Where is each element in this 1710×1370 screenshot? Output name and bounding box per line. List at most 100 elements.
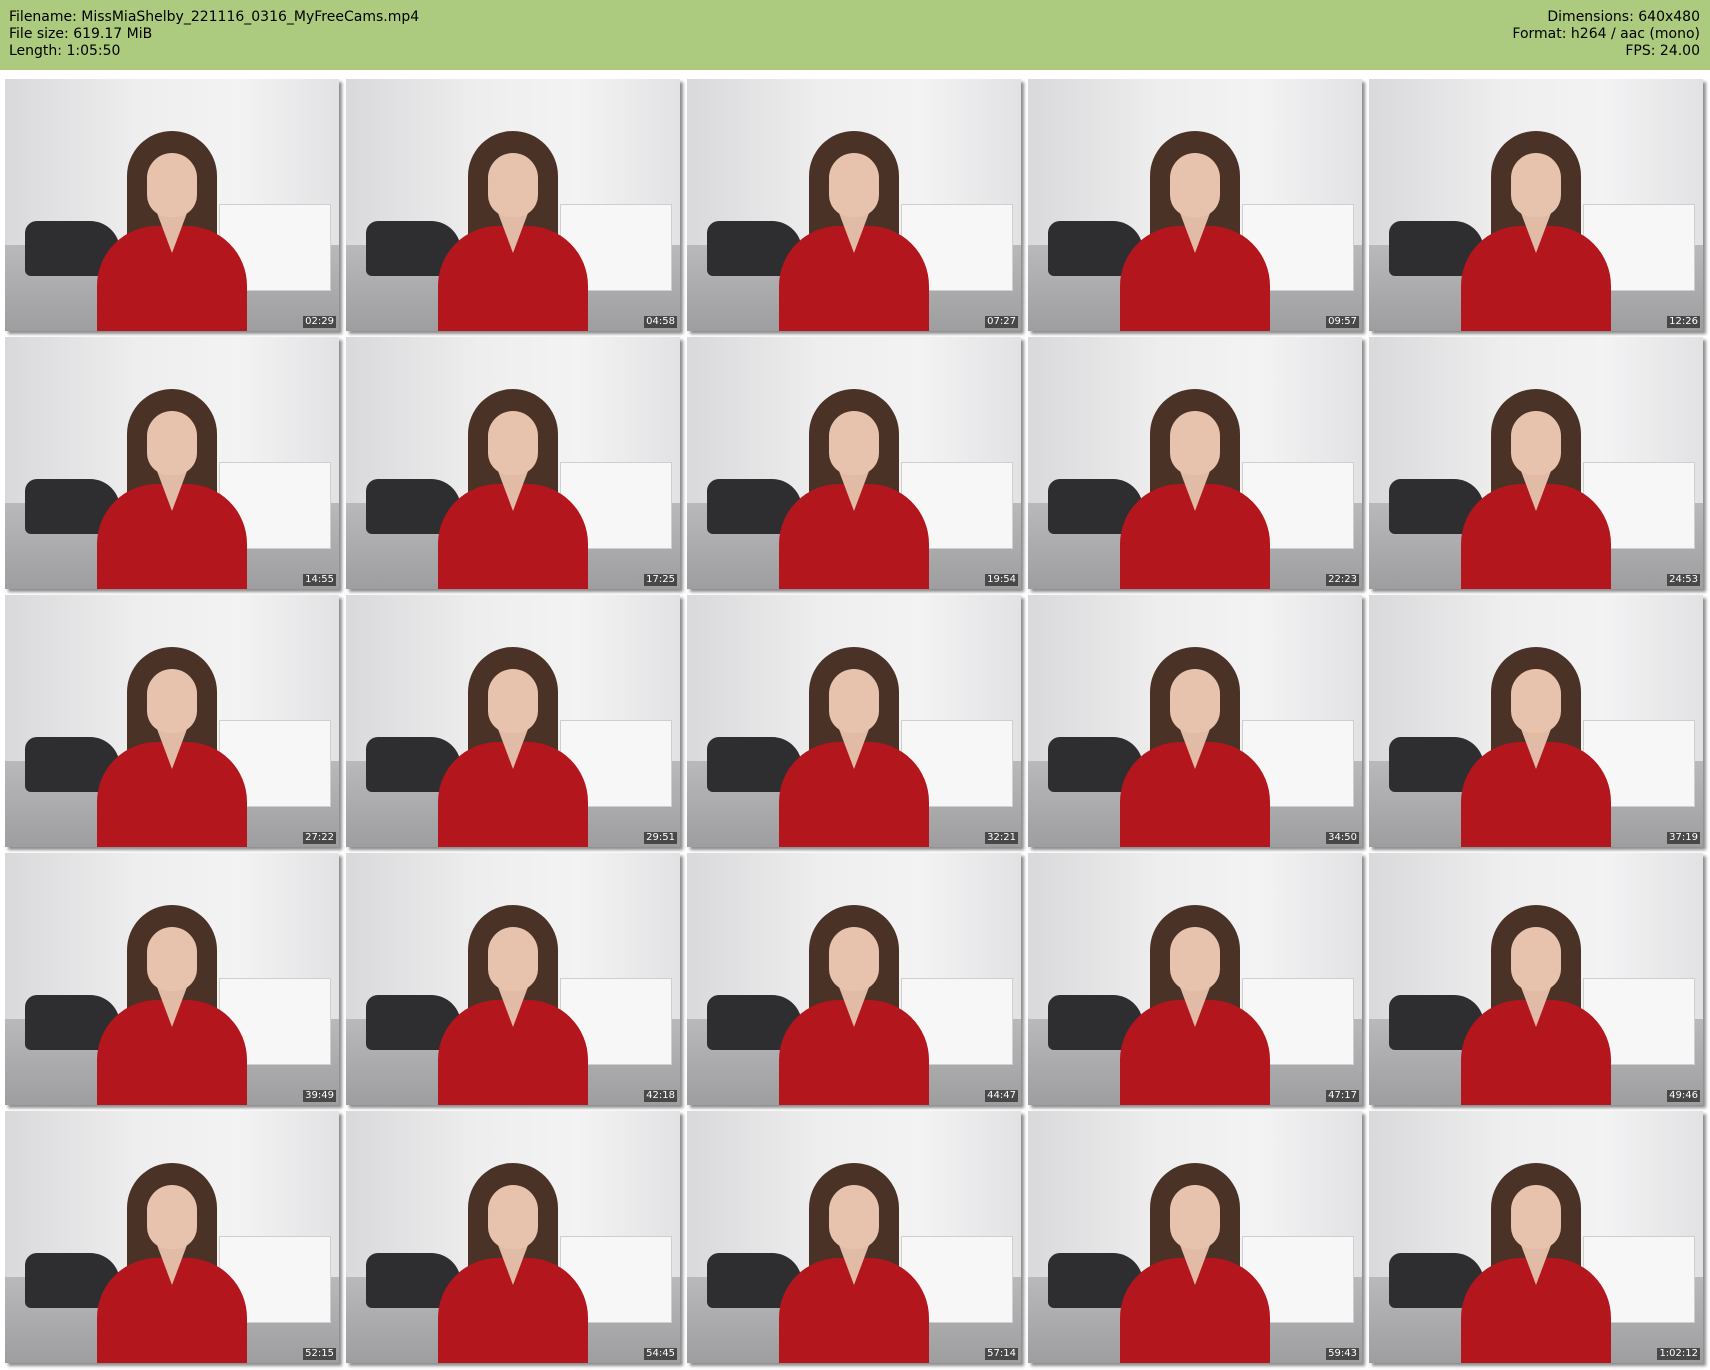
figure-face [488, 153, 538, 217]
thumbnail-person-figure [87, 131, 257, 331]
video-thumbnail[interactable]: 09:57 [1028, 79, 1362, 331]
figure-face [829, 153, 879, 217]
video-thumbnail[interactable]: 42:18 [346, 853, 680, 1105]
thumbnail-person-figure [87, 905, 257, 1105]
thumbnail-timestamp: 02:29 [303, 316, 336, 328]
thumbnail-timestamp: 29:51 [644, 832, 677, 844]
filesize-text: File size: 619.17 MiB [9, 26, 153, 42]
video-thumbnail[interactable]: 27:22 [5, 595, 339, 847]
thumbnail-timestamp: 39:49 [303, 1090, 336, 1102]
figure-face [147, 411, 197, 475]
thumbnail-person-figure [1110, 905, 1280, 1105]
figure-face [488, 927, 538, 991]
thumbnail-timestamp: 57:14 [985, 1348, 1018, 1360]
thumbnail-person-figure [428, 905, 598, 1105]
fps-text: FPS: 24.00 [1625, 43, 1700, 59]
length-text: Length: 1:05:50 [9, 43, 121, 59]
thumbnail-person-figure [1451, 389, 1621, 589]
thumbnail-timestamp: 24:53 [1667, 574, 1700, 586]
figure-face [1170, 669, 1220, 733]
video-thumbnail[interactable]: 39:49 [5, 853, 339, 1105]
thumbnail-timestamp: 04:58 [644, 316, 677, 328]
video-thumbnail[interactable]: 34:50 [1028, 595, 1362, 847]
thumbnail-timestamp: 22:23 [1326, 574, 1359, 586]
figure-face [488, 411, 538, 475]
thumbnail-person-figure [769, 647, 939, 847]
thumbnail-person-figure [769, 389, 939, 589]
video-thumbnail[interactable]: 57:14 [687, 1111, 1021, 1363]
thumbnail-person-figure [428, 131, 598, 331]
figure-face [829, 1185, 879, 1249]
format-text: Format: h264 / aac (mono) [1512, 26, 1700, 42]
thumbnail-timestamp: 49:46 [1667, 1090, 1700, 1102]
video-thumbnail[interactable]: 1:02:12 [1369, 1111, 1703, 1363]
figure-face [1170, 927, 1220, 991]
figure-face [488, 669, 538, 733]
thumbnail-timestamp: 09:57 [1326, 316, 1359, 328]
video-thumbnail[interactable]: 37:19 [1369, 595, 1703, 847]
video-thumbnail[interactable]: 02:29 [5, 79, 339, 331]
video-thumbnail[interactable]: 17:25 [346, 337, 680, 589]
figure-face [147, 153, 197, 217]
thumbnail-person-figure [87, 389, 257, 589]
video-thumbnail[interactable]: 19:54 [687, 337, 1021, 589]
figure-face [1511, 1185, 1561, 1249]
video-thumbnail[interactable]: 14:55 [5, 337, 339, 589]
thumbnail-person-figure [87, 1163, 257, 1363]
thumbnail-timestamp: 37:19 [1667, 832, 1700, 844]
thumbnail-person-figure [1110, 1163, 1280, 1363]
video-thumbnail[interactable]: 52:15 [5, 1111, 339, 1363]
figure-face [829, 411, 879, 475]
info-left: Filename: MissMiaShelby_221116_0316_MyFr… [9, 9, 419, 60]
video-thumbnail[interactable]: 07:27 [687, 79, 1021, 331]
figure-face [1170, 411, 1220, 475]
figure-face [488, 1185, 538, 1249]
video-thumbnail[interactable]: 59:43 [1028, 1111, 1362, 1363]
video-thumbnail[interactable]: 29:51 [346, 595, 680, 847]
thumbnail-timestamp: 1:02:12 [1657, 1348, 1700, 1360]
figure-face [829, 927, 879, 991]
thumbnail-person-figure [1110, 389, 1280, 589]
figure-face [147, 927, 197, 991]
video-thumbnail[interactable]: 32:21 [687, 595, 1021, 847]
thumbnail-person-figure [1110, 131, 1280, 331]
figure-face [1170, 1185, 1220, 1249]
thumbnail-timestamp: 12:26 [1667, 316, 1700, 328]
info-right: Dimensions: 640x480 Format: h264 / aac (… [1512, 9, 1700, 60]
thumbnail-timestamp: 32:21 [985, 832, 1018, 844]
thumbnail-person-figure [769, 905, 939, 1105]
filename-text: Filename: MissMiaShelby_221116_0316_MyFr… [9, 9, 420, 25]
thumbnail-person-figure [1451, 1163, 1621, 1363]
thumbnail-person-figure [428, 389, 598, 589]
thumbnail-timestamp: 44:47 [985, 1090, 1018, 1102]
video-thumbnail[interactable]: 24:53 [1369, 337, 1703, 589]
thumbnail-timestamp: 19:54 [985, 574, 1018, 586]
figure-face [1511, 927, 1561, 991]
thumbnail-timestamp: 52:15 [303, 1348, 336, 1360]
video-thumbnail[interactable]: 47:17 [1028, 853, 1362, 1105]
video-thumbnail[interactable]: 22:23 [1028, 337, 1362, 589]
thumbnail-person-figure [769, 1163, 939, 1363]
thumbnail-timestamp: 27:22 [303, 832, 336, 844]
video-thumbnail[interactable]: 04:58 [346, 79, 680, 331]
thumbnail-person-figure [1451, 647, 1621, 847]
info-header: Filename: MissMiaShelby_221116_0316_MyFr… [0, 0, 1710, 70]
thumbnail-timestamp: 59:43 [1326, 1348, 1359, 1360]
figure-face [147, 669, 197, 733]
thumbnail-person-figure [428, 647, 598, 847]
figure-face [829, 669, 879, 733]
video-thumbnail[interactable]: 49:46 [1369, 853, 1703, 1105]
thumbnail-person-figure [1451, 905, 1621, 1105]
thumbnail-person-figure [428, 1163, 598, 1363]
figure-face [1170, 153, 1220, 217]
thumbnail-person-figure [769, 131, 939, 331]
thumbnail-timestamp: 34:50 [1326, 832, 1359, 844]
thumbnail-timestamp: 47:17 [1326, 1090, 1359, 1102]
thumbnail-timestamp: 14:55 [303, 574, 336, 586]
figure-face [147, 1185, 197, 1249]
video-thumbnail[interactable]: 54:45 [346, 1111, 680, 1363]
figure-face [1511, 411, 1561, 475]
video-thumbnail[interactable]: 44:47 [687, 853, 1021, 1105]
video-thumbnail[interactable]: 12:26 [1369, 79, 1703, 331]
thumbnail-timestamp: 07:27 [985, 316, 1018, 328]
